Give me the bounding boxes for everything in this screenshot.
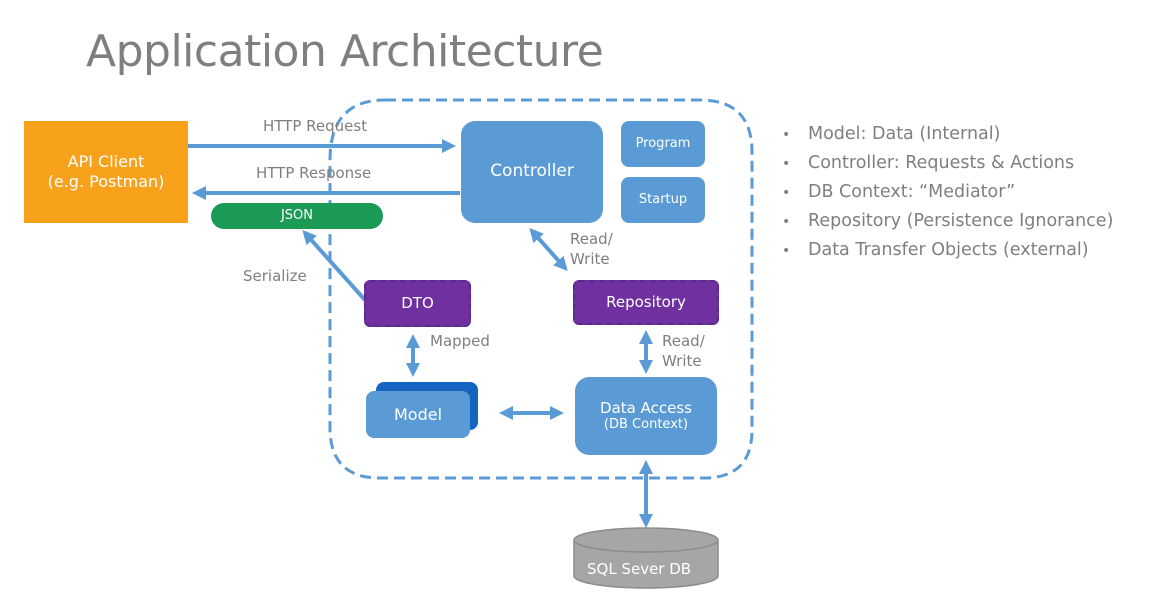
data-access-title: Data Access: [600, 398, 692, 417]
notes-list-item: • Controller: Requests & Actions: [782, 149, 1113, 178]
json-label: JSON: [280, 207, 314, 223]
bullet-icon: •: [782, 156, 791, 172]
repository-node: Repository: [573, 280, 719, 325]
data-access-node: Data Access (DB Context): [575, 377, 717, 455]
dto-label: DTO: [401, 294, 434, 313]
controller-repo-label-line2: Write: [570, 249, 610, 268]
model-node: Model: [366, 391, 470, 438]
controller-label: Controller: [490, 161, 574, 182]
repository-label: Repository: [606, 293, 686, 312]
repo-data-label-line2: Write: [662, 351, 702, 370]
notes-list-item: • Data Transfer Objects (external): [782, 236, 1113, 265]
bullet-icon: •: [782, 185, 791, 201]
database-icon: [573, 527, 719, 589]
json-node: JSON: [211, 203, 383, 229]
http-request-label: HTTP Request: [263, 117, 368, 135]
notes-list-item: • Model: Data (Internal): [782, 120, 1113, 149]
model-label: Model: [393, 404, 443, 424]
startup-label: Startup: [638, 191, 688, 207]
bullet-icon: •: [782, 243, 791, 259]
repo-data-label-line1: Read/: [662, 332, 705, 350]
http-response-label: HTTP Response: [256, 164, 372, 182]
controller-node: Controller: [461, 121, 603, 223]
dto-node: DTO: [364, 280, 471, 327]
mapped-label: Mapped: [430, 332, 490, 350]
database-label: SQL Sever DB: [587, 560, 692, 578]
repo-data-label: Read/ Write: [662, 332, 705, 371]
notes-list-item: • Repository (Persistence Ignorance): [782, 207, 1113, 236]
data-access-subtitle: (DB Context): [603, 417, 689, 433]
api-client-title: API Client: [67, 152, 145, 171]
notes-list-item: • DB Context: “Mediator”: [782, 178, 1113, 207]
api-client-subtitle: (e.g. Postman): [47, 172, 165, 191]
program-label: Program: [635, 135, 691, 151]
startup-node: Startup: [621, 177, 705, 223]
program-node: Program: [621, 121, 705, 167]
controller-repo-label-line1: Read/: [570, 230, 613, 248]
controller-repository-arrow: [529, 228, 568, 271]
bullet-icon: •: [782, 127, 791, 143]
controller-repo-label: Read/ Write: [570, 230, 613, 269]
api-client-node: API Client (e.g. Postman): [24, 121, 188, 223]
bullet-icon: •: [782, 214, 791, 230]
serialize-label: Serialize: [243, 267, 307, 285]
notes-list: • Model: Data (Internal) • Controller: Req…: [782, 120, 1113, 265]
serialize-arrow: [302, 230, 367, 302]
